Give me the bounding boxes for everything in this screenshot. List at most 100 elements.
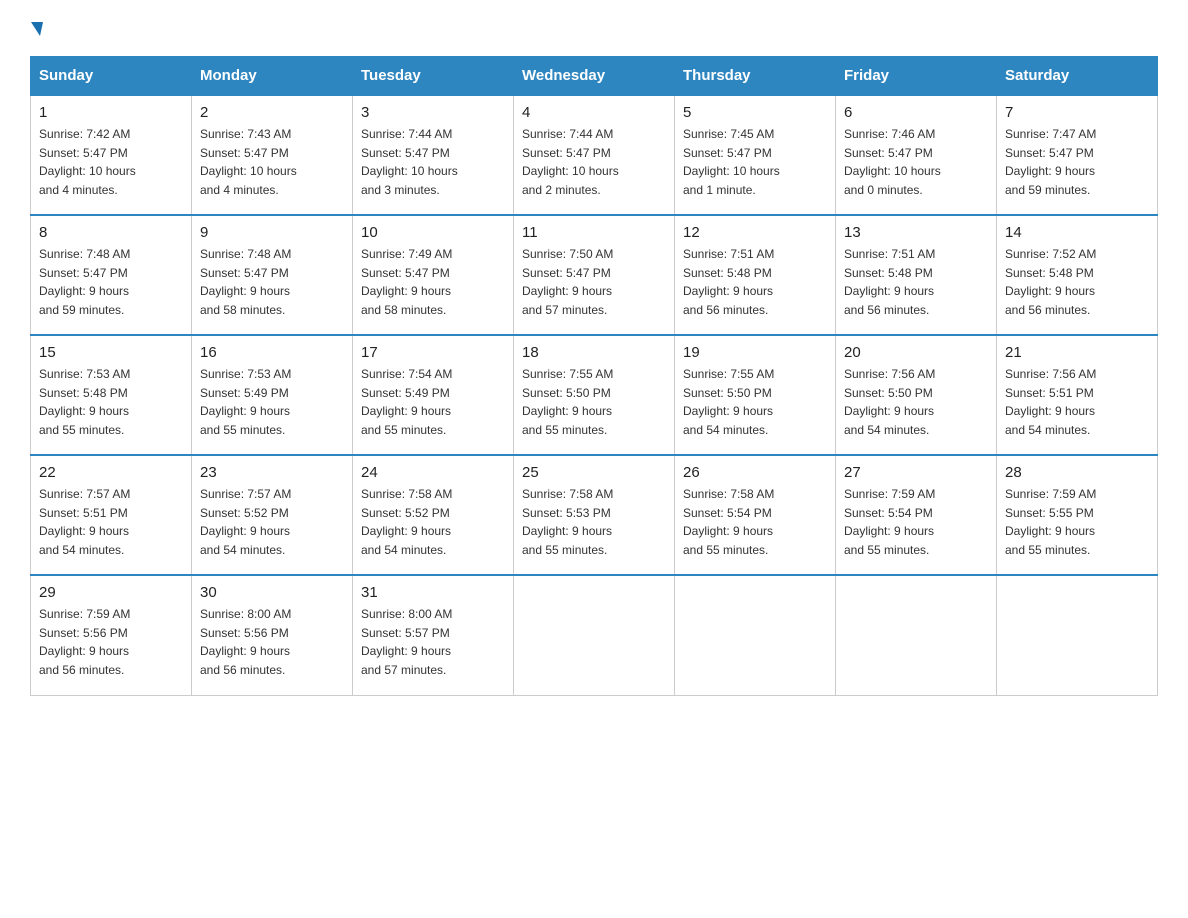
calendar-cell: 19 Sunrise: 7:55 AMSunset: 5:50 PMDaylig… — [675, 335, 836, 455]
calendar-cell: 14 Sunrise: 7:52 AMSunset: 5:48 PMDaylig… — [997, 215, 1158, 335]
day-info: Sunrise: 7:45 AMSunset: 5:47 PMDaylight:… — [683, 127, 780, 197]
day-info: Sunrise: 7:58 AMSunset: 5:54 PMDaylight:… — [683, 487, 774, 557]
day-info: Sunrise: 7:42 AMSunset: 5:47 PMDaylight:… — [39, 127, 136, 197]
day-info: Sunrise: 7:58 AMSunset: 5:53 PMDaylight:… — [522, 487, 613, 557]
day-number: 27 — [844, 464, 988, 481]
day-header-monday: Monday — [192, 57, 353, 96]
calendar-cell: 29 Sunrise: 7:59 AMSunset: 5:56 PMDaylig… — [31, 575, 192, 695]
day-info: Sunrise: 7:59 AMSunset: 5:56 PMDaylight:… — [39, 607, 130, 677]
calendar-cell: 4 Sunrise: 7:44 AMSunset: 5:47 PMDayligh… — [514, 95, 675, 215]
day-number: 9 — [200, 224, 344, 241]
day-info: Sunrise: 7:57 AMSunset: 5:51 PMDaylight:… — [39, 487, 130, 557]
day-info: Sunrise: 7:53 AMSunset: 5:48 PMDaylight:… — [39, 367, 130, 437]
calendar-cell: 5 Sunrise: 7:45 AMSunset: 5:47 PMDayligh… — [675, 95, 836, 215]
calendar-table: SundayMondayTuesdayWednesdayThursdayFrid… — [30, 56, 1158, 696]
calendar-cell — [997, 575, 1158, 695]
calendar-cell: 17 Sunrise: 7:54 AMSunset: 5:49 PMDaylig… — [353, 335, 514, 455]
calendar-week-row: 29 Sunrise: 7:59 AMSunset: 5:56 PMDaylig… — [31, 575, 1158, 695]
day-header-sunday: Sunday — [31, 57, 192, 96]
day-header-wednesday: Wednesday — [514, 57, 675, 96]
day-number: 12 — [683, 224, 827, 241]
day-header-thursday: Thursday — [675, 57, 836, 96]
calendar-cell: 20 Sunrise: 7:56 AMSunset: 5:50 PMDaylig… — [836, 335, 997, 455]
day-number: 28 — [1005, 464, 1149, 481]
day-number: 26 — [683, 464, 827, 481]
day-number: 24 — [361, 464, 505, 481]
day-number: 3 — [361, 104, 505, 121]
day-number: 2 — [200, 104, 344, 121]
calendar-week-row: 8 Sunrise: 7:48 AMSunset: 5:47 PMDayligh… — [31, 215, 1158, 335]
day-number: 29 — [39, 584, 183, 601]
day-info: Sunrise: 8:00 AMSunset: 5:56 PMDaylight:… — [200, 607, 291, 677]
logo — [30, 20, 43, 36]
day-number: 22 — [39, 464, 183, 481]
day-number: 4 — [522, 104, 666, 121]
calendar-cell — [675, 575, 836, 695]
day-number: 14 — [1005, 224, 1149, 241]
calendar-cell: 9 Sunrise: 7:48 AMSunset: 5:47 PMDayligh… — [192, 215, 353, 335]
calendar-cell: 26 Sunrise: 7:58 AMSunset: 5:54 PMDaylig… — [675, 455, 836, 575]
day-info: Sunrise: 7:52 AMSunset: 5:48 PMDaylight:… — [1005, 247, 1096, 317]
day-header-saturday: Saturday — [997, 57, 1158, 96]
calendar-cell: 24 Sunrise: 7:58 AMSunset: 5:52 PMDaylig… — [353, 455, 514, 575]
day-info: Sunrise: 7:44 AMSunset: 5:47 PMDaylight:… — [361, 127, 458, 197]
calendar-cell: 28 Sunrise: 7:59 AMSunset: 5:55 PMDaylig… — [997, 455, 1158, 575]
day-number: 16 — [200, 344, 344, 361]
calendar-cell: 2 Sunrise: 7:43 AMSunset: 5:47 PMDayligh… — [192, 95, 353, 215]
calendar-body: 1 Sunrise: 7:42 AMSunset: 5:47 PMDayligh… — [31, 95, 1158, 695]
day-info: Sunrise: 7:50 AMSunset: 5:47 PMDaylight:… — [522, 247, 613, 317]
calendar-cell: 3 Sunrise: 7:44 AMSunset: 5:47 PMDayligh… — [353, 95, 514, 215]
day-number: 25 — [522, 464, 666, 481]
day-info: Sunrise: 7:49 AMSunset: 5:47 PMDaylight:… — [361, 247, 452, 317]
day-info: Sunrise: 7:57 AMSunset: 5:52 PMDaylight:… — [200, 487, 291, 557]
day-info: Sunrise: 7:55 AMSunset: 5:50 PMDaylight:… — [683, 367, 774, 437]
calendar-cell: 8 Sunrise: 7:48 AMSunset: 5:47 PMDayligh… — [31, 215, 192, 335]
calendar-cell: 15 Sunrise: 7:53 AMSunset: 5:48 PMDaylig… — [31, 335, 192, 455]
page-header — [30, 20, 1158, 36]
day-number: 23 — [200, 464, 344, 481]
day-number: 21 — [1005, 344, 1149, 361]
calendar-cell: 11 Sunrise: 7:50 AMSunset: 5:47 PMDaylig… — [514, 215, 675, 335]
calendar-cell: 25 Sunrise: 7:58 AMSunset: 5:53 PMDaylig… — [514, 455, 675, 575]
day-number: 10 — [361, 224, 505, 241]
day-info: Sunrise: 7:48 AMSunset: 5:47 PMDaylight:… — [200, 247, 291, 317]
day-number: 11 — [522, 224, 666, 241]
day-info: Sunrise: 7:43 AMSunset: 5:47 PMDaylight:… — [200, 127, 297, 197]
day-info: Sunrise: 7:47 AMSunset: 5:47 PMDaylight:… — [1005, 127, 1096, 197]
day-info: Sunrise: 7:59 AMSunset: 5:55 PMDaylight:… — [1005, 487, 1096, 557]
day-number: 5 — [683, 104, 827, 121]
day-number: 31 — [361, 584, 505, 601]
day-info: Sunrise: 7:51 AMSunset: 5:48 PMDaylight:… — [844, 247, 935, 317]
day-number: 7 — [1005, 104, 1149, 121]
calendar-cell — [836, 575, 997, 695]
calendar-week-row: 1 Sunrise: 7:42 AMSunset: 5:47 PMDayligh… — [31, 95, 1158, 215]
day-info: Sunrise: 7:53 AMSunset: 5:49 PMDaylight:… — [200, 367, 291, 437]
day-info: Sunrise: 8:00 AMSunset: 5:57 PMDaylight:… — [361, 607, 452, 677]
day-header-friday: Friday — [836, 57, 997, 96]
day-number: 19 — [683, 344, 827, 361]
day-info: Sunrise: 7:55 AMSunset: 5:50 PMDaylight:… — [522, 367, 613, 437]
calendar-cell: 7 Sunrise: 7:47 AMSunset: 5:47 PMDayligh… — [997, 95, 1158, 215]
day-header-tuesday: Tuesday — [353, 57, 514, 96]
day-number: 20 — [844, 344, 988, 361]
calendar-cell: 6 Sunrise: 7:46 AMSunset: 5:47 PMDayligh… — [836, 95, 997, 215]
calendar-cell: 10 Sunrise: 7:49 AMSunset: 5:47 PMDaylig… — [353, 215, 514, 335]
calendar-week-row: 15 Sunrise: 7:53 AMSunset: 5:48 PMDaylig… — [31, 335, 1158, 455]
day-info: Sunrise: 7:54 AMSunset: 5:49 PMDaylight:… — [361, 367, 452, 437]
day-info: Sunrise: 7:59 AMSunset: 5:54 PMDaylight:… — [844, 487, 935, 557]
day-info: Sunrise: 7:44 AMSunset: 5:47 PMDaylight:… — [522, 127, 619, 197]
day-info: Sunrise: 7:56 AMSunset: 5:50 PMDaylight:… — [844, 367, 935, 437]
day-info: Sunrise: 7:51 AMSunset: 5:48 PMDaylight:… — [683, 247, 774, 317]
calendar-cell: 30 Sunrise: 8:00 AMSunset: 5:56 PMDaylig… — [192, 575, 353, 695]
calendar-cell: 18 Sunrise: 7:55 AMSunset: 5:50 PMDaylig… — [514, 335, 675, 455]
day-header-row: SundayMondayTuesdayWednesdayThursdayFrid… — [31, 57, 1158, 96]
day-number: 6 — [844, 104, 988, 121]
calendar-cell: 16 Sunrise: 7:53 AMSunset: 5:49 PMDaylig… — [192, 335, 353, 455]
day-info: Sunrise: 7:48 AMSunset: 5:47 PMDaylight:… — [39, 247, 130, 317]
day-number: 17 — [361, 344, 505, 361]
calendar-cell: 22 Sunrise: 7:57 AMSunset: 5:51 PMDaylig… — [31, 455, 192, 575]
calendar-cell: 27 Sunrise: 7:59 AMSunset: 5:54 PMDaylig… — [836, 455, 997, 575]
day-number: 1 — [39, 104, 183, 121]
day-info: Sunrise: 7:56 AMSunset: 5:51 PMDaylight:… — [1005, 367, 1096, 437]
calendar-cell: 21 Sunrise: 7:56 AMSunset: 5:51 PMDaylig… — [997, 335, 1158, 455]
